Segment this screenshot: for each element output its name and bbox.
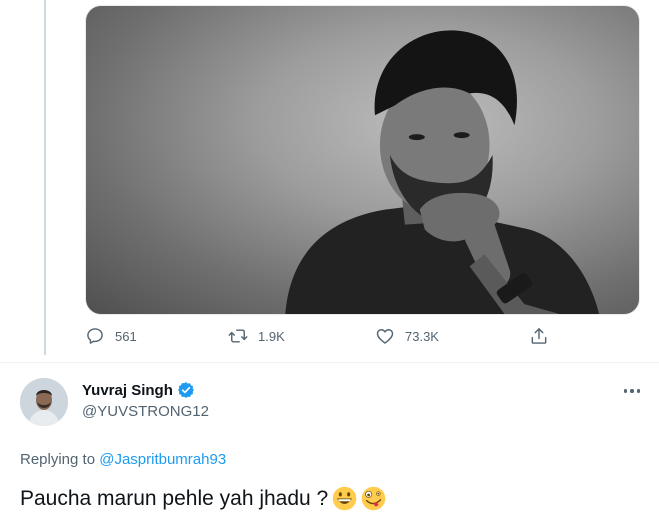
- replying-prefix: Replying to: [20, 451, 100, 468]
- verified-badge-icon: [177, 382, 194, 398]
- share-icon: [531, 328, 547, 344]
- thread-connector-line: [44, 0, 46, 355]
- author-name-row: Yuvraj Singh: [82, 381, 195, 399]
- replying-to-line: Replying to @Jaspritbumrah93: [20, 451, 226, 468]
- reply-button[interactable]: 561: [85, 326, 137, 346]
- retweet-count: 1.9K: [258, 328, 285, 344]
- tweet-text: Paucha marun pehle yah jhadu ?: [20, 486, 386, 511]
- more-options-button[interactable]: [620, 383, 644, 399]
- dot-icon: [630, 389, 634, 393]
- user-handle[interactable]: @YUVSTRONG12: [82, 403, 209, 420]
- dot-icon: [623, 389, 628, 393]
- profile-photo-image: [20, 378, 68, 426]
- tweet-divider: [0, 362, 659, 363]
- like-button[interactable]: 73.3K: [375, 326, 439, 346]
- dot-icon: [636, 389, 641, 393]
- heart-icon: [376, 329, 394, 344]
- retweet-icon: [228, 329, 248, 343]
- reply-icon: [87, 328, 103, 344]
- tweet-media-photo[interactable]: [85, 5, 640, 315]
- reply-count: 561: [115, 328, 137, 344]
- replying-to-mention-link[interactable]: @Jaspritbumrah93: [99, 451, 226, 468]
- avatar[interactable]: [20, 378, 68, 426]
- display-name[interactable]: Yuvraj Singh: [82, 382, 173, 399]
- retweet-button[interactable]: 1.9K: [228, 326, 285, 346]
- tweet-body-text: Paucha marun pehle yah jhadu ?: [20, 486, 329, 510]
- grinning-face-emoji-icon: [332, 486, 357, 511]
- photo-image: [285, 30, 600, 314]
- tweet-action-bar: 561 1.9K 73.3K: [85, 326, 565, 354]
- zany-face-emoji-icon: [361, 486, 386, 511]
- like-count: 73.3K: [405, 328, 439, 344]
- share-button[interactable]: [529, 326, 549, 346]
